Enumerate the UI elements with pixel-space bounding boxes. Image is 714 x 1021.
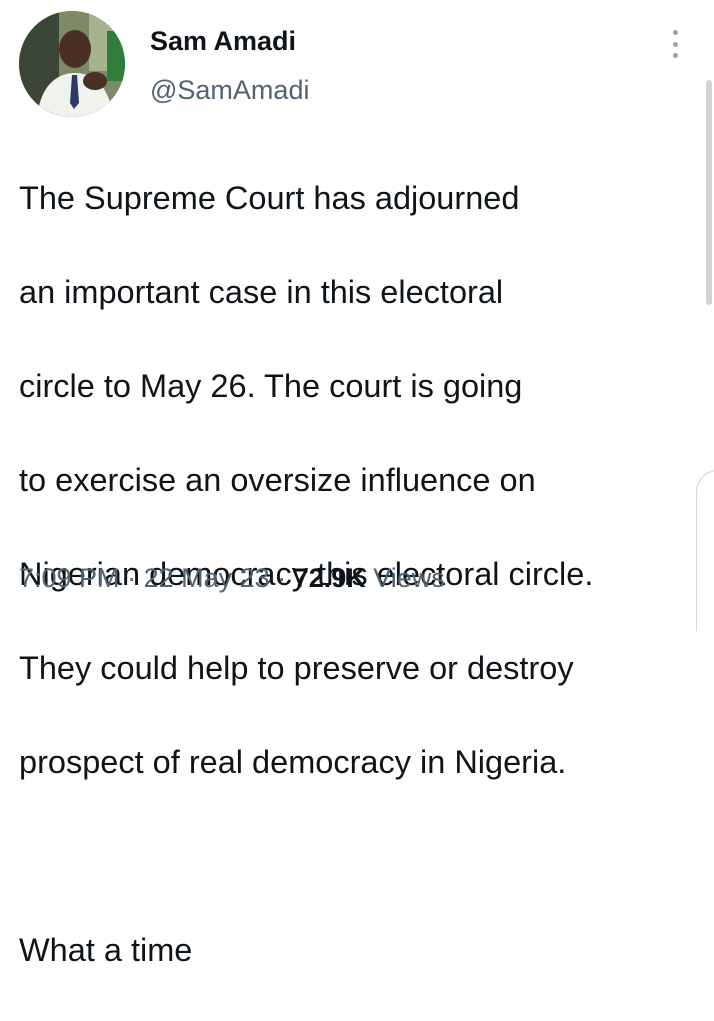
avatar[interactable] <box>19 11 125 117</box>
tweet-text-line: They could help to preserve or destroy <box>19 650 574 686</box>
more-vertical-icon <box>672 41 678 47</box>
tweet-metadata: 7:09 PM · 22 May 23 · 72.9K Views <box>19 563 445 594</box>
author-handle[interactable]: @SamAmadi <box>150 75 309 106</box>
tweet-time[interactable]: 7:09 PM <box>19 563 120 593</box>
views-count[interactable]: 72.9K <box>294 563 366 593</box>
views-label: Views <box>373 563 445 593</box>
meta-separator: · <box>127 563 137 593</box>
avatar-image <box>19 11 125 117</box>
tweet-text-line: to exercise an oversize influence on <box>19 462 536 498</box>
scrollbar[interactable] <box>706 80 712 305</box>
more-options-button[interactable] <box>662 26 688 62</box>
tweet-text-line: circle to May 26. The court is going <box>19 368 523 404</box>
author-display-name[interactable]: Sam Amadi <box>150 26 296 57</box>
adjacent-card-edge <box>696 470 714 631</box>
tweet-text-line: The Supreme Court has adjourned <box>19 180 520 216</box>
tweet-text-line: prospect of real democracy in Nigeria. <box>19 744 567 780</box>
meta-separator: · <box>277 563 287 593</box>
tweet-card[interactable]: Sam Amadi @SamAmadi The Supreme Court ha… <box>0 0 714 968</box>
tweet-text-line: What a time <box>19 932 193 968</box>
tweet-date[interactable]: 22 May 23 <box>144 563 270 593</box>
more-vertical-icon <box>672 53 678 58</box>
tweet-text-line: an important case in this electoral <box>19 274 504 310</box>
more-vertical-icon <box>672 30 678 35</box>
